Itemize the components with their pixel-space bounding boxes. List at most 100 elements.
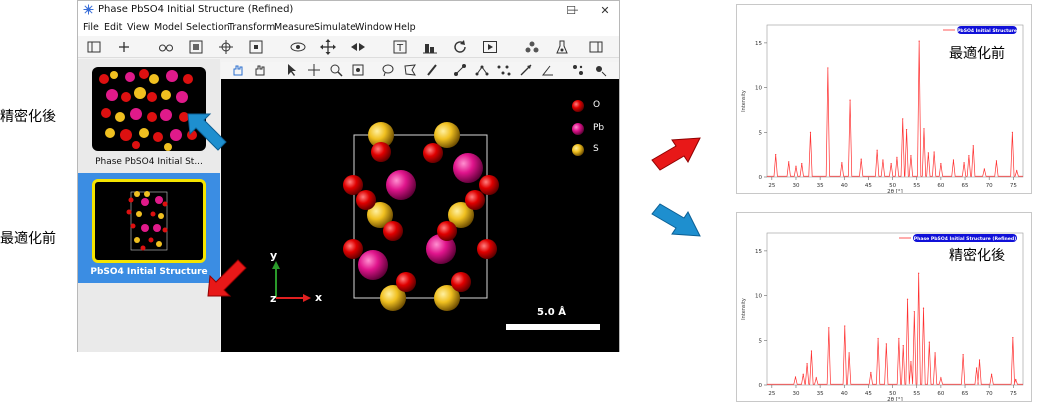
glasses-icon[interactable] [158, 39, 174, 55]
peak-point [913, 311, 915, 313]
arrow-to-chart1-red [651, 137, 701, 171]
panel-toggle-icon[interactable] [588, 39, 604, 55]
menu-file[interactable]: File [83, 22, 99, 33]
refresh-icon[interactable] [452, 39, 468, 55]
x-axis-label: 2θ [°] [887, 397, 903, 401]
text-icon[interactable]: T [392, 39, 408, 55]
x-tick-label: 55 [913, 391, 920, 397]
peak-point [1016, 170, 1018, 172]
eye-icon[interactable] [290, 39, 306, 55]
peak-point [922, 307, 925, 309]
peak-point [801, 162, 803, 165]
histogram-icon[interactable] [422, 39, 438, 55]
annotation-refined-left: 精密化後 [0, 109, 56, 125]
zoom-box-icon[interactable] [351, 63, 365, 77]
menu-edit[interactable]: Edit [104, 22, 122, 33]
hand-rotate-icon[interactable] [231, 63, 245, 77]
menu-measure[interactable]: Measure [274, 22, 314, 33]
molecule-icon[interactable] [524, 39, 540, 55]
measure-angle-icon[interactable] [541, 63, 555, 77]
peak-point [1015, 379, 1017, 381]
cell-icon[interactable] [248, 39, 264, 55]
x-tick-label: 60 [937, 183, 944, 189]
sidebar-toggle-icon[interactable] [86, 39, 102, 55]
legend-s-label: S [593, 144, 599, 154]
x-tick-label: 60 [937, 391, 944, 397]
hand-pan-icon[interactable] [253, 63, 267, 77]
peak-point [918, 40, 920, 42]
menu-model[interactable]: Model [154, 22, 183, 33]
sidebar-item-initial-label[interactable]: PbSO4 Initial Structure [78, 267, 220, 277]
y-tick-label: 10 [755, 86, 762, 92]
menu-help[interactable]: Help [394, 22, 416, 33]
app-window: Phase PbSO4 Initial Structure (Refined) … [77, 0, 620, 352]
peak-point [902, 345, 904, 347]
center-icon[interactable] [218, 39, 234, 55]
peak-point [809, 131, 812, 133]
structure-sidebar: Phase PbSO4 Initial St... PbSO4 Initial … [78, 59, 220, 352]
bond-icon[interactable] [453, 63, 467, 77]
thumbnail-structure-image-initial [126, 191, 168, 251]
sidebar-item-refined-label[interactable]: Phase PbSO4 Initial St... [78, 157, 220, 167]
atoms-icon[interactable] [571, 63, 585, 77]
flask-icon[interactable] [554, 39, 570, 55]
polygon-select-icon[interactable] [403, 63, 417, 77]
y-tick-label: 0 [759, 383, 763, 389]
play-icon[interactable] [482, 39, 498, 55]
y-axis-label: Intensity [741, 90, 747, 112]
peak-point [933, 151, 935, 153]
menu-simulate[interactable]: Simulate [314, 22, 356, 33]
menu-selection[interactable]: Selection [186, 22, 230, 33]
x-tick-label: 70 [986, 183, 993, 189]
close-button[interactable]: ✕ [595, 4, 615, 17]
x-tick-label: 30 [792, 391, 799, 397]
peak-point [952, 159, 955, 161]
distance-icon[interactable] [519, 63, 533, 77]
angle-icon[interactable] [475, 63, 489, 77]
menu-window[interactable]: Window [355, 22, 392, 33]
pointer-icon[interactable] [285, 63, 299, 77]
peak-point [991, 373, 993, 375]
peak-point [968, 154, 970, 157]
lasso-icon[interactable] [381, 63, 395, 77]
peak-point [963, 162, 965, 164]
y-tick-label: 10 [755, 294, 762, 300]
sidebar-thumbnail-initial[interactable] [92, 179, 206, 263]
peak-point [802, 373, 804, 375]
flip-icon[interactable] [350, 39, 366, 55]
atom-edit-icon[interactable] [593, 63, 607, 77]
zoom-icon[interactable] [329, 63, 343, 77]
maximize-button[interactable]: ☐ [561, 4, 581, 17]
move-icon[interactable] [320, 39, 336, 55]
peak-point [962, 354, 964, 356]
peak-point [841, 162, 843, 164]
peak-point [927, 152, 929, 154]
x-tick-label: 70 [986, 391, 993, 397]
xrd-chart-refined: 25 30 35 40 45 50 55 60 65 70 75 0 5 10 15 2θ [°] Intens… [736, 212, 1032, 403]
x-axis-label: 2θ [°] [887, 189, 903, 193]
sidebar-item-initial-selected[interactable]: PbSO4 Initial Structure [78, 173, 220, 283]
peak-point [1012, 337, 1014, 339]
peak-point [902, 118, 904, 120]
add-icon[interactable] [116, 39, 132, 55]
translate-icon[interactable] [307, 63, 321, 77]
fit-view-icon[interactable] [188, 39, 204, 55]
peak-point [976, 367, 978, 369]
peak-point [848, 352, 850, 354]
annotation-unoptimized-left: 最適化前 [0, 231, 56, 247]
peak-point [940, 162, 942, 165]
structure-viewer[interactable]: O Pb S y z x 5.0 Å [221, 79, 619, 352]
menu-view[interactable]: View [127, 22, 150, 33]
peak-point [860, 158, 862, 160]
menu-transform[interactable]: Transform [228, 22, 275, 33]
torsion-icon[interactable] [497, 63, 511, 77]
view-toolbar [221, 62, 619, 79]
menu-bar: File Edit View Model Selection Transform… [78, 20, 619, 36]
peak-point [788, 161, 790, 163]
brush-icon[interactable] [425, 63, 439, 77]
xrd-chart-initial: 25 30 35 40 45 50 55 60 65 70 75 0 5 10 15 2θ [°] Intens… [736, 4, 1032, 195]
x-tick-label: 75 [1010, 391, 1017, 397]
chart1-annotation: 最適化前 [949, 46, 1005, 62]
peak-point [934, 352, 936, 354]
x-tick-label: 45 [865, 391, 872, 397]
